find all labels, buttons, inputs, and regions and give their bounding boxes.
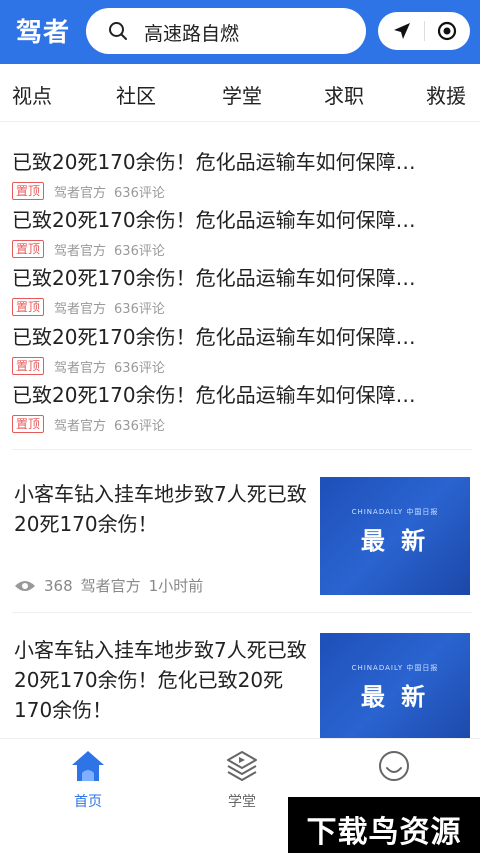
app-logo: 驾者 xyxy=(16,18,71,48)
tab-viewpoint[interactable]: 视点 xyxy=(12,80,52,109)
search-icon xyxy=(109,22,127,40)
item-title: 已致20死170余伤！危化品运输车如何保障… xyxy=(12,266,416,290)
item-meta: 置顶 驾者官方 636评论 xyxy=(12,298,165,317)
header-actions xyxy=(378,12,470,50)
card-source: 驾者官方 xyxy=(80,577,141,595)
tab-rescue[interactable]: 救援 xyxy=(426,80,466,109)
list-item[interactable]: 已致20死170余伤！危化品运输车如何保障… 置顶 驾者官方 636评论 xyxy=(12,321,472,379)
tab-community[interactable]: 社区 xyxy=(116,80,156,109)
nav-home-label: 首页 xyxy=(74,794,102,810)
item-source: 驾者官方 xyxy=(54,185,107,201)
list-item[interactable]: 已致20死170余伤！危化品运输车如何保障… 置顶 驾者官方 636评论 xyxy=(12,204,472,262)
search-bar[interactable]: 高速路自燃 xyxy=(86,8,366,54)
item-title: 已致20死170余伤！危化品运输车如何保障… xyxy=(12,325,416,349)
category-tabs: 视点 社区 学堂 求职 救援 xyxy=(0,64,480,122)
item-meta: 置顶 驾者官方 636评论 xyxy=(12,182,165,201)
search-input[interactable]: 高速路自燃 xyxy=(144,19,239,46)
item-comments: 636评论 xyxy=(114,301,165,317)
card-title: 小客车钻入挂车地步致7人死已致20死170余伤！ xyxy=(14,482,307,536)
item-source: 驾者官方 xyxy=(54,243,107,259)
card-meta: 368 驾者官方 1小时前 xyxy=(14,575,211,596)
item-source: 驾者官方 xyxy=(54,418,107,434)
item-meta: 置顶 驾者官方 636评论 xyxy=(12,357,165,376)
item-comments: 636评论 xyxy=(114,243,165,259)
nav-school[interactable]: 学堂 xyxy=(202,749,282,811)
news-thumbnail: CHINADAILY 中国日报 最 新 xyxy=(320,477,470,595)
navigation-arrow-icon[interactable] xyxy=(392,21,412,41)
eye-icon xyxy=(15,580,35,591)
item-comments: 636评论 xyxy=(114,185,165,201)
news-card[interactable]: 小客车钻入挂车地步致7人死已致20死170余伤！ 368 驾者官方 1小时前 C… xyxy=(0,477,480,617)
divider xyxy=(12,612,472,613)
target-icon[interactable] xyxy=(436,20,458,42)
item-title: 已致20死170余伤！危化品运输车如何保障… xyxy=(12,150,416,174)
pinned-badge: 置顶 xyxy=(12,240,45,258)
app-header: 驾者 高速路自燃 xyxy=(0,0,480,64)
pinned-badge: 置顶 xyxy=(12,298,45,316)
layers-icon xyxy=(227,751,257,781)
list-item[interactable]: 已致20死170余伤！危化品运输车如何保障… 置顶 驾者官方 636评论 xyxy=(12,262,472,320)
thumbnail-brand: CHINADAILY 中国日报 xyxy=(351,664,439,672)
thumbnail-text: 最 新 xyxy=(360,683,430,711)
divider xyxy=(424,21,425,41)
thumbnail-brand: CHINADAILY 中国日报 xyxy=(351,508,439,516)
news-thumbnail: CHINADAILY 中国日报 最 新 xyxy=(320,633,470,751)
tab-school[interactable]: 学堂 xyxy=(222,80,262,109)
list-item[interactable]: 已致20死170余伤！危化品运输车如何保障… 置顶 驾者官方 636评论 xyxy=(12,146,472,204)
item-source: 驾者官方 xyxy=(54,301,107,317)
watermark: 下载鸟资源 xyxy=(288,797,480,853)
divider xyxy=(12,449,472,450)
item-meta: 置顶 驾者官方 636评论 xyxy=(12,415,165,434)
list-item[interactable]: 已致20死170余伤！危化品运输车如何保障… 置顶 驾者官方 636评论 xyxy=(12,379,472,437)
card-time: 1小时前 xyxy=(148,577,204,595)
item-title: 已致20死170余伤！危化品运输车如何保障… xyxy=(12,208,416,232)
pinned-badge: 置顶 xyxy=(12,182,45,200)
watermark-text: 下载鸟资源 xyxy=(306,815,462,850)
item-meta: 置顶 驾者官方 636评论 xyxy=(12,240,165,259)
item-source: 驾者官方 xyxy=(54,360,107,376)
nav-school-label: 学堂 xyxy=(228,794,256,810)
item-title: 已致20死170余伤！危化品运输车如何保障… xyxy=(12,383,416,407)
item-comments: 636评论 xyxy=(114,418,165,434)
view-count: 368 xyxy=(44,576,73,595)
pinned-badge: 置顶 xyxy=(12,357,45,375)
card-title: 小客车钻入挂车地步致7人死已致20死170余伤！危化已致20死170余伤！ xyxy=(14,638,307,722)
item-comments: 636评论 xyxy=(114,360,165,376)
smile-icon xyxy=(379,751,409,781)
thumbnail-text: 最 新 xyxy=(360,527,430,555)
home-icon xyxy=(72,751,104,781)
tab-jobs[interactable]: 求职 xyxy=(324,80,364,109)
nav-profile[interactable] xyxy=(354,749,434,791)
pinned-badge: 置顶 xyxy=(12,415,45,433)
nav-home[interactable]: 首页 xyxy=(48,749,128,811)
